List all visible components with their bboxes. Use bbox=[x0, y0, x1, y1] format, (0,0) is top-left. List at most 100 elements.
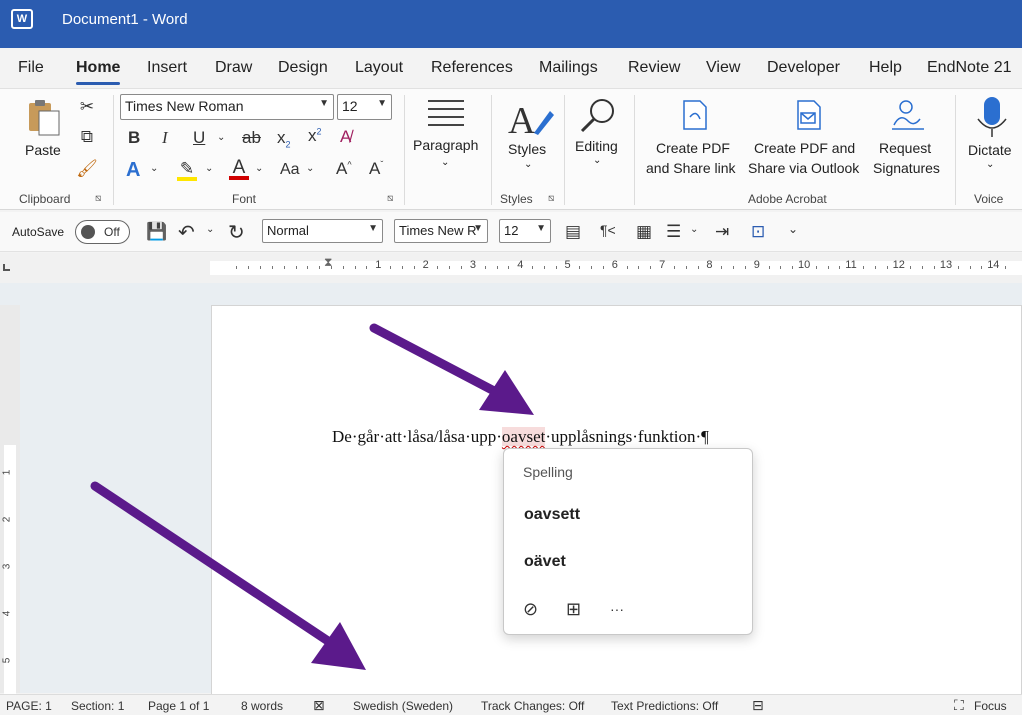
save-icon[interactable]: 💾 bbox=[146, 222, 167, 242]
tab-review[interactable]: Review bbox=[628, 59, 680, 77]
tab-view[interactable]: View bbox=[706, 59, 740, 77]
proofing-icon[interactable]: ⊠ bbox=[313, 697, 325, 714]
clipboard-launcher-icon[interactable]: ⧅ bbox=[95, 193, 101, 204]
text-box-icon[interactable]: ⊡ bbox=[751, 222, 765, 242]
vertical-ruler-number: 2 bbox=[1, 516, 13, 523]
format-painter-icon[interactable]: 🖌 bbox=[76, 159, 98, 179]
misspelled-word[interactable]: oavset bbox=[501, 427, 546, 446]
clear-formatting-icon[interactable]: A̸ bbox=[340, 127, 351, 147]
tab-help[interactable]: Help bbox=[869, 59, 902, 77]
ignore-icon[interactable]: ⊘ bbox=[523, 599, 538, 620]
status-track-changes[interactable]: Track Changes: Off bbox=[481, 699, 584, 713]
cut-icon[interactable]: ✂ bbox=[76, 97, 98, 117]
show-marks-icon[interactable]: ¶< bbox=[600, 222, 616, 238]
font-size-combo[interactable]: 12 ▼ bbox=[337, 94, 392, 120]
tab-references[interactable]: References bbox=[431, 59, 513, 77]
ruler-tick bbox=[319, 266, 321, 269]
document-paragraph[interactable]: De·går·att·låsa/låsa·upp·oavset·upplåsni… bbox=[332, 427, 709, 447]
font-family-combo[interactable]: Times New Roman ▼ bbox=[120, 94, 334, 120]
styles-icon: A bbox=[508, 100, 554, 142]
status-word-count[interactable]: 8 words bbox=[241, 699, 283, 713]
change-case-icon[interactable]: Aa bbox=[280, 161, 300, 179]
bold-icon[interactable]: B bbox=[128, 128, 140, 148]
redo-icon[interactable]: ↻ bbox=[228, 220, 245, 245]
create-pdf-share-link-button[interactable]: Create PDF and Share link bbox=[642, 97, 746, 187]
page-icon[interactable]: ▦ bbox=[636, 222, 652, 242]
tab-insert[interactable]: Insert bbox=[147, 59, 187, 77]
status-section[interactable]: Section: 1 bbox=[71, 699, 124, 713]
ruler-tick bbox=[815, 266, 817, 269]
horizontal-ruler: 1 2 3 4 5 6 7 8 9 10 11 12 13 14 ⧗ bbox=[0, 253, 1022, 283]
chevron-down-icon[interactable]: ⌄ bbox=[306, 163, 314, 174]
suggestion-oavsett[interactable]: oavsett bbox=[524, 506, 580, 524]
chevron-down-icon[interactable]: ⌄ bbox=[217, 132, 225, 143]
tab-mailings[interactable]: Mailings bbox=[539, 59, 598, 77]
qat-font-combo[interactable]: Times New R ▼ bbox=[394, 219, 488, 243]
status-language[interactable]: Swedish (Sweden) bbox=[353, 699, 453, 713]
accessibility-icon[interactable]: ⊟ bbox=[752, 697, 764, 714]
document-icon[interactable]: ▤ bbox=[565, 222, 581, 242]
tab-layout[interactable]: Layout bbox=[355, 59, 403, 77]
ruler-tick bbox=[236, 266, 238, 269]
underline-icon[interactable]: U bbox=[193, 128, 205, 148]
ruler-number: 9 bbox=[753, 259, 760, 271]
superscript-icon[interactable]: x2 bbox=[308, 126, 322, 146]
autosave-toggle[interactable]: Off bbox=[75, 220, 130, 244]
focus-icon[interactable]: ⛶ bbox=[954, 697, 964, 714]
line-spacing-icon[interactable]: ☰ bbox=[666, 222, 681, 242]
status-page-of[interactable]: Page 1 of 1 bbox=[148, 699, 209, 713]
styles-button[interactable]: A Styles ⌄ bbox=[500, 97, 558, 187]
tab-developer[interactable]: Developer bbox=[767, 59, 840, 77]
tab-draw[interactable]: Draw bbox=[215, 59, 252, 77]
status-focus[interactable]: Focus bbox=[974, 699, 1007, 713]
ruler-tick bbox=[886, 266, 888, 269]
tab-design[interactable]: Design bbox=[278, 59, 328, 77]
indent-icon[interactable]: ⇥ bbox=[715, 222, 729, 242]
suggestion-oavet[interactable]: oävet bbox=[524, 553, 566, 571]
tab-file[interactable]: File bbox=[18, 59, 44, 77]
styles-launcher-icon[interactable]: ⧅ bbox=[548, 193, 554, 204]
indent-marker-icon[interactable]: ⧗ bbox=[324, 255, 332, 270]
ruler-tick bbox=[342, 266, 344, 269]
customize-toolbar-icon[interactable]: ⌄ bbox=[788, 222, 798, 236]
tab-endnote[interactable]: EndNote 21 bbox=[927, 59, 1012, 77]
tab-home[interactable]: Home bbox=[76, 59, 121, 85]
font-color-icon[interactable]: A bbox=[229, 157, 249, 180]
italic-icon[interactable]: I bbox=[162, 128, 168, 148]
ruler-tick bbox=[461, 266, 463, 269]
pdf-share-icon bbox=[683, 100, 707, 130]
chevron-down-icon[interactable]: ⌄ bbox=[206, 224, 214, 235]
chevron-down-icon[interactable]: ⌄ bbox=[255, 163, 263, 174]
highlight-icon[interactable]: ✎ bbox=[177, 159, 197, 181]
text-effects-icon[interactable]: A bbox=[126, 159, 140, 182]
autosave-state: Off bbox=[104, 225, 120, 239]
ruler-number: 4 bbox=[517, 259, 524, 271]
status-page[interactable]: PAGE: 1 bbox=[6, 699, 52, 713]
more-options-icon[interactable]: ··· bbox=[610, 601, 624, 617]
qat-font-value: Times New R bbox=[399, 223, 477, 238]
tab-selector-icon[interactable] bbox=[3, 264, 10, 271]
chevron-down-icon[interactable]: ⌄ bbox=[205, 163, 213, 174]
grow-font-icon[interactable]: A^ bbox=[336, 159, 352, 179]
strikethrough-icon[interactable]: ab bbox=[242, 128, 261, 148]
add-dictionary-icon[interactable]: ⊞ bbox=[566, 599, 581, 620]
chevron-down-icon[interactable]: ⌄ bbox=[150, 163, 158, 174]
shrink-font-icon[interactable]: Aˇ bbox=[369, 159, 383, 179]
font-launcher-icon[interactable]: ⧅ bbox=[387, 193, 393, 204]
editing-button[interactable]: Editing ⌄ bbox=[572, 97, 626, 187]
text-after: ·upplåsnings·funktion·¶ bbox=[545, 427, 709, 446]
undo-icon[interactable]: ↶ bbox=[178, 220, 195, 245]
paste-button[interactable]: Paste bbox=[24, 97, 64, 165]
create-pdf-outlook-button[interactable]: Create PDF and Share via Outlook bbox=[746, 97, 868, 187]
chevron-down-icon[interactable]: ⌄ bbox=[690, 224, 698, 235]
copy-icon[interactable]: ⧉ bbox=[76, 127, 98, 147]
status-text-predictions[interactable]: Text Predictions: Off bbox=[611, 699, 718, 713]
paragraph-button[interactable]: Paragraph ⌄ bbox=[410, 97, 482, 187]
ruler-tick bbox=[697, 266, 699, 269]
dictate-button[interactable]: Dictate ⌄ bbox=[962, 95, 1022, 187]
qat-size-combo[interactable]: 12 ▼ bbox=[499, 219, 551, 243]
request-signatures-button[interactable]: Request Signatures bbox=[868, 97, 948, 187]
style-combo[interactable]: Normal ▼ bbox=[262, 219, 383, 243]
ruler-tick bbox=[792, 266, 794, 269]
subscript-icon[interactable]: x2 bbox=[277, 128, 291, 149]
